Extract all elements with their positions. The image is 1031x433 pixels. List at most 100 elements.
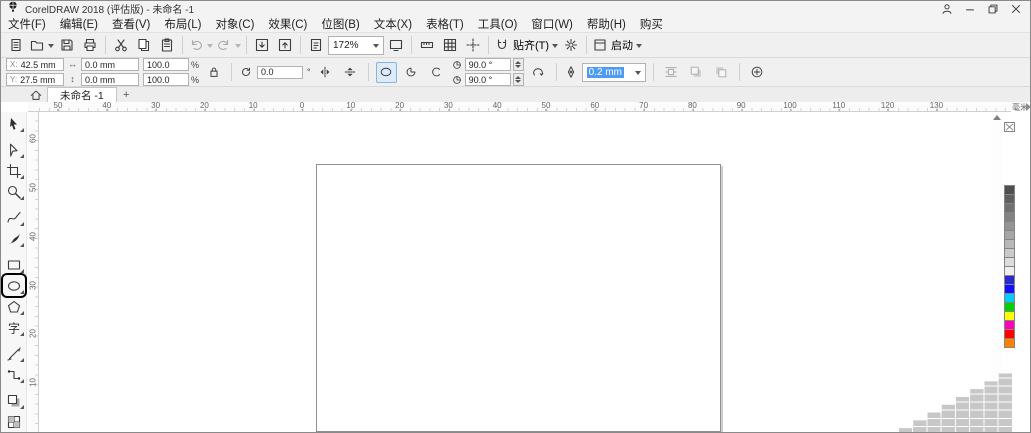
freehand-tool[interactable] bbox=[3, 207, 25, 228]
menu-item[interactable]: 布局(L) bbox=[157, 16, 208, 32]
to-front-button[interactable] bbox=[686, 62, 707, 83]
pick-tool[interactable] bbox=[3, 113, 25, 134]
document-tab[interactable]: 未命名 -1 bbox=[47, 87, 117, 102]
menu-item[interactable]: 购买 bbox=[633, 16, 670, 32]
lock-icon bbox=[207, 65, 221, 79]
wrap-text-button[interactable] bbox=[661, 62, 682, 83]
object-width-field[interactable]: 0.0 mm bbox=[81, 58, 139, 71]
zoom-tool[interactable] bbox=[3, 181, 25, 202]
redo-button[interactable] bbox=[215, 34, 242, 56]
crop-tool[interactable] bbox=[3, 160, 25, 181]
menu-item[interactable]: 表格(T) bbox=[419, 16, 471, 32]
menu-item[interactable]: 文本(X) bbox=[367, 16, 419, 32]
to-back-button[interactable] bbox=[711, 62, 732, 83]
start-angle-value: 90.0 ° bbox=[469, 60, 493, 70]
connector-tool[interactable] bbox=[3, 364, 25, 385]
drop-shadow-tool[interactable] bbox=[3, 390, 25, 411]
restore-button[interactable] bbox=[984, 2, 1002, 15]
transparency-tool[interactable] bbox=[3, 411, 25, 432]
home-button[interactable] bbox=[27, 87, 45, 102]
vertical-ruler[interactable]: 605040302010 bbox=[28, 112, 39, 433]
lock-ratio-button[interactable] bbox=[203, 62, 224, 83]
y-value: 27.5 mm bbox=[20, 75, 55, 85]
open-button[interactable] bbox=[28, 34, 55, 56]
snap-to-button[interactable]: 贴齐(T) bbox=[493, 34, 559, 56]
menu-item[interactable]: 文件(F) bbox=[1, 16, 53, 32]
window-title: CorelDRAW 2018 (评估版) - 未命名 -1 bbox=[25, 1, 194, 16]
h-ruler-tick: 90 bbox=[737, 102, 746, 111]
arc-mode-button[interactable] bbox=[426, 62, 447, 83]
start-angle-field[interactable]: 90.0 ° bbox=[465, 58, 511, 71]
change-direction-button[interactable] bbox=[528, 62, 549, 83]
cut-button[interactable] bbox=[110, 34, 132, 56]
object-size-group: 0.0 mm 0.0 mm bbox=[81, 58, 139, 86]
h-ruler-tick: 50 bbox=[54, 102, 63, 111]
publish-pdf-button[interactable] bbox=[305, 34, 327, 56]
scroll-up-icon[interactable] bbox=[993, 115, 1001, 120]
close-button[interactable] bbox=[1007, 2, 1025, 15]
palette-options-arrow-icon[interactable] bbox=[1026, 103, 1031, 111]
text-tool[interactable]: 字 bbox=[3, 317, 25, 338]
quick-customize-button[interactable] bbox=[747, 62, 768, 83]
no-color-swatch[interactable] bbox=[1004, 122, 1015, 132]
menu-item[interactable]: 位图(B) bbox=[314, 16, 366, 32]
copy-button[interactable] bbox=[133, 34, 155, 56]
start-angle-spinner[interactable] bbox=[513, 58, 524, 71]
minimize-button[interactable] bbox=[961, 2, 979, 15]
menu-item[interactable]: 查看(V) bbox=[105, 16, 157, 32]
menu-item[interactable]: 编辑(E) bbox=[53, 16, 105, 32]
export-button[interactable] bbox=[274, 34, 296, 56]
v-ruler-tick: 50 bbox=[29, 183, 38, 193]
application-launcher-button[interactable]: 启动 bbox=[591, 34, 643, 56]
ellipse-tool[interactable] bbox=[3, 275, 25, 296]
show-guidelines-button[interactable] bbox=[462, 34, 484, 56]
menu-item[interactable]: 窗口(W) bbox=[524, 16, 580, 32]
scale-group: 100.0% 100.0% bbox=[143, 58, 199, 86]
paste-button[interactable] bbox=[156, 34, 178, 56]
scale-x-field[interactable]: 100.0 bbox=[143, 58, 189, 71]
scale-y-field[interactable]: 100.0 bbox=[143, 73, 189, 86]
menu-item[interactable]: 工具(O) bbox=[471, 16, 525, 32]
flip-vertical-button[interactable] bbox=[340, 62, 361, 83]
color-swatch[interactable] bbox=[1004, 338, 1015, 348]
menu-item[interactable]: 对象(C) bbox=[208, 16, 261, 32]
horizontal-ruler[interactable]: 5040302010010203040506070809010011012013… bbox=[39, 102, 1011, 112]
x-position-field[interactable]: X:42.5 mm bbox=[6, 58, 64, 71]
artistic-media-tool[interactable] bbox=[3, 228, 25, 249]
to-back-icon bbox=[714, 65, 728, 79]
fullscreen-preview-button[interactable] bbox=[385, 34, 407, 56]
coreldraw-window: CorelDRAW 2018 (评估版) - 未命名 -1 文件(F)编辑(E)… bbox=[0, 0, 1031, 433]
account-icon[interactable] bbox=[938, 2, 956, 15]
menu-item[interactable]: 帮助(H) bbox=[580, 16, 633, 32]
options-button[interactable] bbox=[560, 34, 582, 56]
object-height-field[interactable]: 0.0 mm bbox=[81, 73, 139, 86]
folder-icon bbox=[29, 37, 45, 53]
undo-button[interactable] bbox=[187, 34, 214, 56]
print-button[interactable] bbox=[79, 34, 101, 56]
rotation-angle-field[interactable]: 0.0 bbox=[257, 66, 303, 79]
outline-width-select[interactable]: 0.2 mm bbox=[582, 63, 646, 82]
show-rulers-button[interactable] bbox=[416, 34, 438, 56]
h-ruler-tick: 40 bbox=[102, 102, 111, 111]
magnet-icon bbox=[494, 37, 510, 53]
document-page[interactable] bbox=[316, 164, 721, 432]
new-tab-button[interactable]: + bbox=[119, 88, 134, 102]
ellipse-mode-button[interactable] bbox=[376, 62, 397, 83]
h-ruler-tick: 10 bbox=[249, 102, 258, 111]
show-grid-button[interactable] bbox=[439, 34, 461, 56]
polygon-tool[interactable] bbox=[3, 296, 25, 317]
pie-mode-button[interactable] bbox=[401, 62, 422, 83]
drawing-area[interactable] bbox=[39, 112, 989, 433]
shape-tool[interactable] bbox=[3, 139, 25, 160]
new-document-button[interactable] bbox=[5, 34, 27, 56]
save-button[interactable] bbox=[56, 34, 78, 56]
menu-item[interactable]: 效果(C) bbox=[261, 16, 314, 32]
zoom-level-select[interactable]: 172% bbox=[328, 36, 384, 55]
rectangle-tool[interactable] bbox=[3, 254, 25, 275]
end-angle-spinner[interactable] bbox=[513, 73, 524, 86]
import-button[interactable] bbox=[251, 34, 273, 56]
end-angle-field[interactable]: 90.0 ° bbox=[465, 73, 511, 86]
y-position-field[interactable]: Y:27.5 mm bbox=[6, 73, 64, 86]
flip-horizontal-button[interactable] bbox=[315, 62, 336, 83]
parallel-dimension-tool[interactable] bbox=[3, 343, 25, 364]
